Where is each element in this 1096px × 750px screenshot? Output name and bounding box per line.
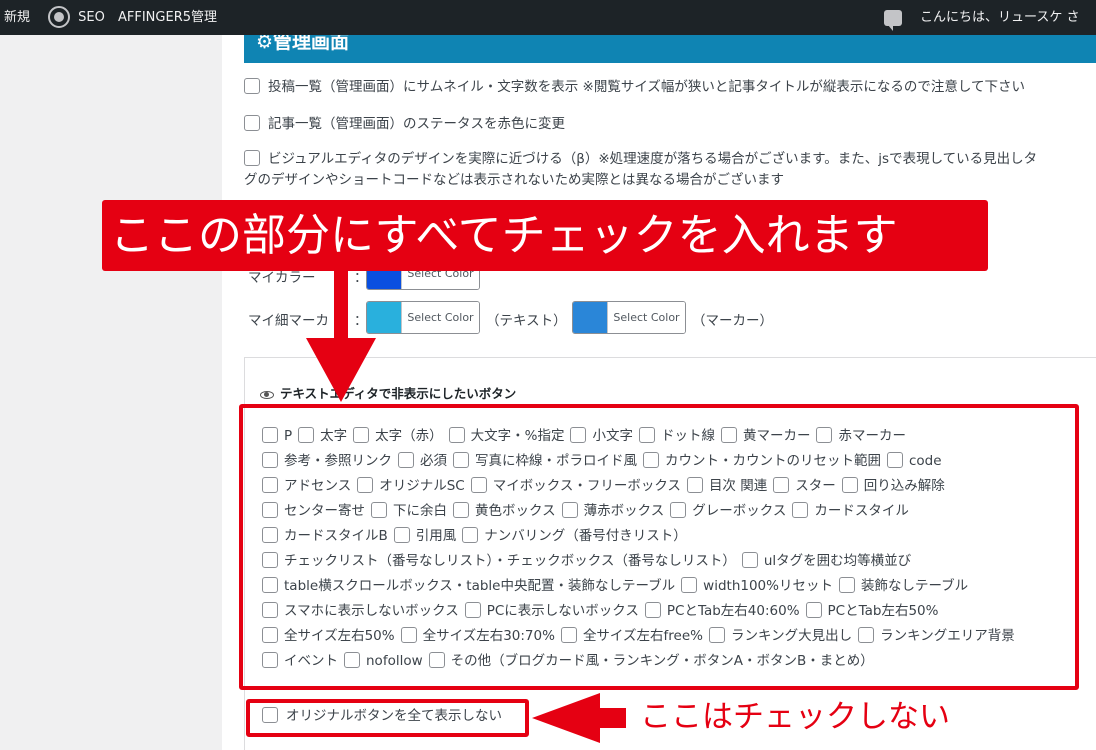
- seo-menu[interactable]: SEO: [48, 0, 105, 35]
- text-suffix: （テキスト）: [486, 313, 567, 329]
- marker-text-color-picker[interactable]: Select Color: [366, 301, 480, 334]
- admin-sidebar: [0, 35, 222, 750]
- marker-suffix: （マーカー）: [692, 313, 773, 329]
- affinger-menu[interactable]: AFFINGER5管理: [118, 0, 217, 35]
- eye-icon: [260, 390, 274, 399]
- color-swatch: [367, 302, 401, 333]
- marker-color-picker[interactable]: Select Color: [572, 301, 686, 334]
- option-label: 投稿一覧（管理画面）にサムネイル・文字数を表示 ※閲覧サイズ幅が狭いと記事タイト…: [268, 79, 1026, 95]
- new-menu[interactable]: 新規: [4, 0, 30, 35]
- comment-icon: [884, 9, 902, 31]
- select-color-label: Select Color: [401, 302, 479, 333]
- callout-check-all: ここの部分にすべてチェックを入れます: [102, 200, 988, 271]
- no-check-highlight-box: [246, 699, 529, 737]
- checkbox[interactable]: [244, 150, 260, 166]
- checkbox[interactable]: [244, 78, 260, 94]
- editor-title-text: テキストエディタで非表示にしたいボタン: [280, 386, 517, 401]
- color-swatch: [573, 302, 607, 333]
- callout-no-check: ここはチェックしない: [640, 699, 950, 735]
- option-visual-editor[interactable]: ビジュアルエディタのデザインを実際に近づける（β）※処理速度が落ちる場合がござい…: [244, 148, 1037, 170]
- check-all-highlight-box: [239, 404, 1079, 690]
- select-color-label: Select Color: [607, 302, 685, 333]
- option-thumbnail[interactable]: 投稿一覧（管理画面）にサムネイル・文字数を表示 ※閲覧サイズ幅が狭いと記事タイト…: [244, 76, 1025, 98]
- option-status-red[interactable]: 記事一覧（管理画面）のステータスを赤色に変更: [244, 113, 565, 135]
- comments-menu[interactable]: [884, 0, 902, 35]
- my-marker-label: マイ細マーカ: [248, 313, 329, 329]
- option-visual-editor-cont: グのデザインやショートコードなどは表示されないため実際とは異なる場合がございます: [244, 172, 784, 188]
- checkbox[interactable]: [244, 115, 260, 131]
- option-label: ビジュアルエディタのデザインを実際に近づける（β）※処理速度が落ちる場合がござい…: [268, 151, 1038, 167]
- seo-label: SEO: [78, 10, 105, 25]
- section-title: 管理画面: [273, 35, 350, 53]
- section-header: ⚙ 管理画面: [244, 35, 1096, 63]
- seo-gear-icon: [48, 5, 70, 28]
- admin-bar: 新規 SEO AFFINGER5管理 こんにちは、リュースケ さ: [0, 0, 1096, 35]
- editor-hidden-buttons-title: テキストエディタで非表示にしたいボタン: [260, 383, 516, 402]
- user-greeting[interactable]: こんにちは、リュースケ さ: [920, 0, 1079, 35]
- gear-icon: ⚙: [256, 35, 274, 53]
- option-label: 記事一覧（管理画面）のステータスを赤色に変更: [268, 116, 565, 132]
